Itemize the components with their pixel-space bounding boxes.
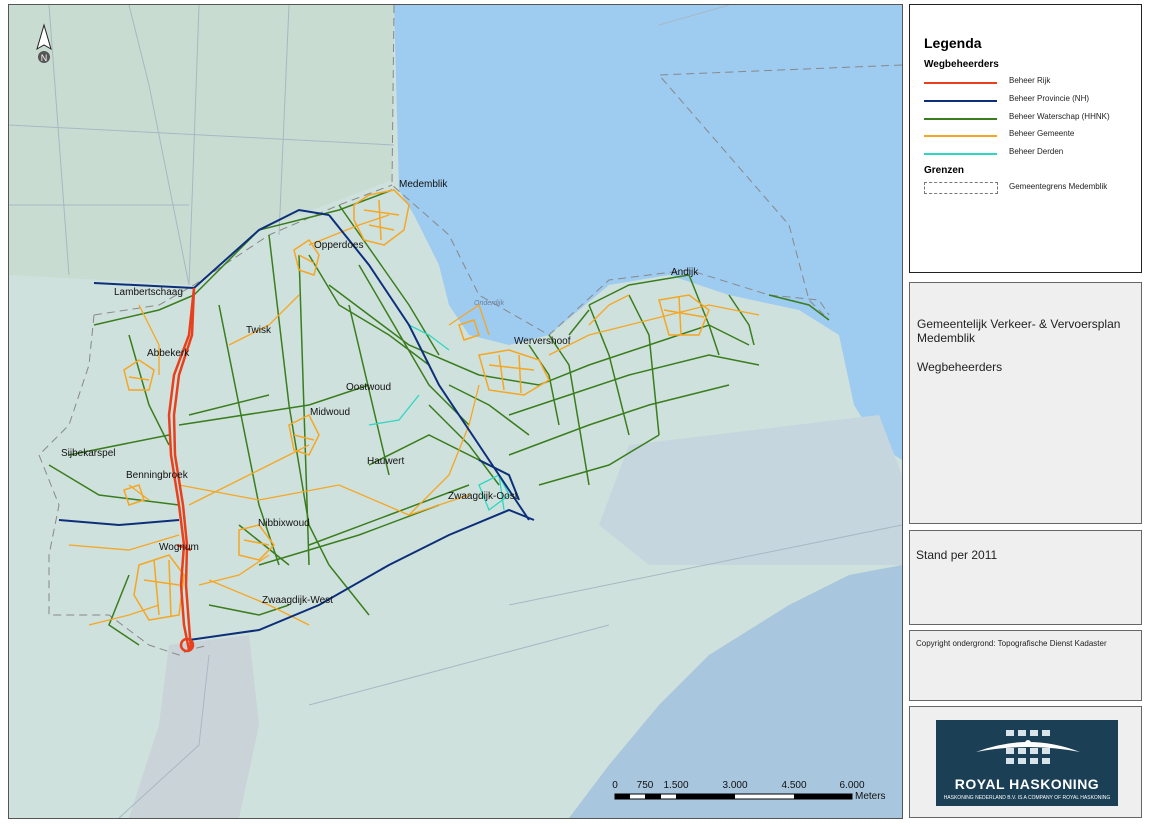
place-label: Twisk [246, 325, 272, 336]
logo-emblem-icon [976, 730, 1080, 764]
legend-swatch [924, 135, 997, 137]
legend-swatch [924, 182, 998, 194]
place-label: Sijbekarspel [61, 448, 115, 459]
map-subtitle: Wegbeheerders [917, 360, 1003, 374]
copyright-panel: Copyright ondergrond: Topografische Dien… [909, 630, 1142, 701]
scale-tick-label: 1.500 [663, 780, 688, 791]
place-label: Hauwert [367, 456, 404, 467]
place-label: Wognum [159, 542, 199, 553]
status-date: Stand per 2011 [916, 548, 998, 562]
title-panel: Gemeentelijk Verkeer- & Vervoersplan Med… [909, 282, 1142, 524]
legend-swatch [924, 100, 997, 102]
water-label: Onderdijk [474, 300, 504, 307]
legend-item-provincie: Beheer Provincie (NH) [924, 94, 1139, 106]
place-label: Midwoud [310, 407, 350, 418]
north-label: N [41, 53, 48, 63]
map-title: Gemeentelijk Verkeer- & Vervoersplan Med… [917, 317, 1121, 345]
copyright-text: Copyright ondergrond: Topografische Dien… [916, 639, 1107, 648]
legend-item-label: Beheer Gemeente [1009, 129, 1075, 138]
legend-item-label: Beheer Provincie (NH) [1009, 94, 1090, 103]
place-label: Benningbroek [126, 470, 189, 481]
place-label: Zwaagdijk-West [262, 595, 333, 606]
map-frame[interactable]: N Onderdijk Medemblik Opperdoes Lamberts… [8, 4, 903, 819]
place-label: Oostwoud [346, 382, 391, 393]
legend-swatch [924, 153, 997, 155]
logo-subtitle: HASKONING NEDERLAND B.V. IS A COMPANY OF… [943, 795, 1111, 801]
legend-item-derden: Beheer Derden [924, 147, 1139, 159]
legend-panel: Legenda Wegbeheerders Beheer Rijk Beheer… [909, 4, 1142, 273]
legend-item-gemeente: Beheer Gemeente [924, 129, 1139, 141]
place-label: Lambertschaag [114, 287, 183, 298]
scale-tick-label: 0 [612, 780, 618, 791]
scale-unit: Meters [855, 791, 886, 802]
legend-item-label: Beheer Rijk [1009, 76, 1051, 85]
legend-swatch [924, 118, 997, 120]
legend-item-label: Gemeentegrens Medemblik [1009, 182, 1108, 191]
legend-item-rijk: Beheer Rijk [924, 76, 1139, 88]
place-label: Zwaagdijk-Oost [448, 491, 518, 502]
legend-item-label: Beheer Waterschap (HHNK) [1009, 112, 1110, 121]
scale-tick-label: 3.000 [722, 780, 747, 791]
legend-title: Legenda [924, 35, 982, 51]
logo-name: ROYAL HASKONING [954, 776, 1100, 792]
legend-section-borders: Grenzen [924, 165, 965, 176]
map-canvas[interactable]: N Onderdijk Medemblik Opperdoes Lamberts… [9, 5, 902, 818]
royal-haskoning-logo: ROYAL HASKONING HASKONING NEDERLAND B.V.… [936, 720, 1118, 806]
place-label: Nibbixwoud [258, 518, 310, 529]
scale-tick-label: 4.500 [781, 780, 806, 791]
legend-item-waterschap: Beheer Waterschap (HHNK) [924, 112, 1139, 124]
place-label: Wervershoof [514, 336, 571, 347]
place-label: Medemblik [399, 179, 448, 190]
scale-tick-label: 6.000 [839, 780, 864, 791]
place-label: Opperdoes [314, 240, 363, 251]
legend-item-gemeentegrens: Gemeentegrens Medemblik [924, 182, 1139, 194]
legend-item-label: Beheer Derden [1009, 147, 1064, 156]
place-label: Abbekerk [147, 348, 190, 359]
date-panel: Stand per 2011 [909, 530, 1142, 625]
place-label: Andijk [671, 267, 699, 278]
legend-section-roads: Wegbeheerders [924, 59, 999, 70]
logo-panel: ROYAL HASKONING HASKONING NEDERLAND B.V.… [909, 706, 1142, 818]
scale-tick-label: 750 [637, 780, 654, 791]
legend-swatch [924, 82, 997, 84]
